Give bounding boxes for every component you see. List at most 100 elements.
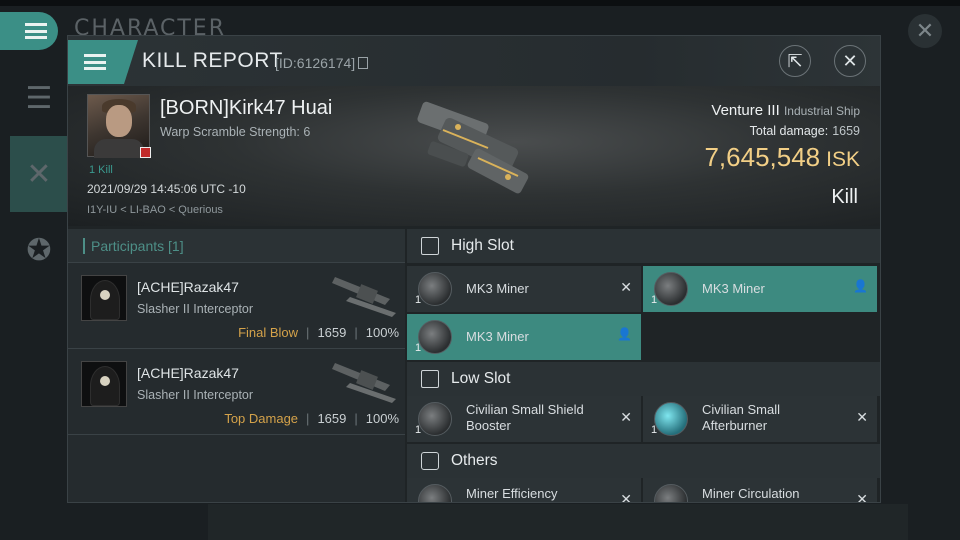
- ship-type: Venture III Industrial Ship: [711, 102, 860, 119]
- close-button[interactable]: ✕: [834, 45, 866, 77]
- participant-percent: 100%: [365, 325, 399, 340]
- fitting-slots-panel: High Slot 1 MK3 Miner ✕ 1 MK3 Miner 👤 1 …: [407, 229, 880, 503]
- ship-name: Venture III: [711, 102, 780, 119]
- miner-module-icon: [654, 272, 688, 306]
- high-slot-title: High Slot: [451, 237, 514, 254]
- miner-module-icon: [418, 272, 452, 306]
- destroyed-icon: ✕: [620, 409, 632, 425]
- destroyed-icon: ✕: [856, 409, 868, 425]
- module-name: Miner Circulation: [702, 486, 800, 501]
- isk-amount: 7,645,548: [704, 142, 821, 172]
- destroyed-icon: ✕: [856, 491, 868, 503]
- participant-row[interactable]: [ACHE]Razak47 Slasher II Interceptor Fin…: [68, 263, 405, 349]
- module-quantity: 1: [415, 294, 422, 306]
- module-item[interactable]: 1 Miner Efficiency ✕: [407, 478, 641, 503]
- kill-result-label: Kill: [831, 186, 858, 208]
- afterburner-icon: [654, 402, 688, 436]
- slasher-ship-image: [332, 363, 396, 403]
- isk-unit: ISK: [826, 148, 860, 171]
- isk-value: 7,645,548 ISK: [704, 142, 860, 173]
- kill-location: I1Y-IU < LI-BAO < Querious: [87, 204, 223, 216]
- kill-timestamp: 2021/09/29 14:45:06 UTC -10: [87, 182, 246, 196]
- module-item[interactable]: 1 Civilian Small Afterburner ✕: [643, 396, 877, 442]
- high-slot-icon: [421, 237, 439, 255]
- others-title: Others: [451, 452, 498, 469]
- participants-panel: Participants [1] [ACHE]Razak47 Slasher I…: [68, 229, 405, 502]
- low-slot-header: Low Slot: [407, 362, 880, 396]
- participant-tag: Final Blow: [238, 325, 299, 340]
- low-slot-title: Low Slot: [451, 370, 511, 387]
- slasher-ship-image: [332, 277, 396, 317]
- participant-ship: Slasher II Interceptor: [137, 388, 254, 402]
- external-link-icon: ⇱: [787, 50, 803, 71]
- module-quantity: 1: [415, 424, 422, 436]
- close-icon: ✕: [842, 50, 858, 71]
- sidebar-star-icon[interactable]: ✪: [10, 212, 68, 288]
- module-quantity: 1: [651, 294, 658, 306]
- warp-scramble-strength: Warp Scramble Strength: 6: [160, 125, 311, 139]
- module-item[interactable]: 1 Civilian Small Shield Booster ✕: [407, 396, 641, 442]
- kill-report-dialog: KILL REPORT [ID:6126174] ⇱ ✕ 1 Kill [BOR…: [67, 35, 881, 503]
- share-button[interactable]: ⇱: [779, 45, 811, 77]
- report-id-text: [ID:6126174]: [275, 55, 356, 71]
- victim-kill-count: 1 Kill: [89, 164, 113, 176]
- module-name: MK3 Miner: [702, 281, 765, 296]
- background-close-icon[interactable]: ✕: [908, 14, 942, 48]
- pilot-icon: 👤: [617, 327, 632, 341]
- corp-badge-icon: [140, 147, 151, 158]
- module-name: MK3 Miner: [466, 329, 529, 344]
- module-name: Miner Efficiency: [466, 486, 558, 501]
- total-damage: Total damage: 1659: [750, 124, 860, 138]
- participant-row[interactable]: [ACHE]Razak47 Slasher II Interceptor Top…: [68, 349, 405, 435]
- low-slot-icon: [421, 370, 439, 388]
- high-slot-header: High Slot: [407, 229, 880, 263]
- menu-icon: [84, 54, 106, 70]
- module-name: Civilian Small Afterburner: [702, 402, 781, 433]
- module-quantity: 1: [651, 424, 658, 436]
- cube-icon: [421, 452, 439, 470]
- participant-tag: Top Damage: [224, 411, 299, 426]
- miner-circulation-icon: [654, 484, 688, 502]
- participant-name: [ACHE]Razak47: [137, 279, 239, 295]
- menu-icon: [25, 23, 47, 39]
- participant-avatar[interactable]: [81, 275, 127, 321]
- victim-name[interactable]: [BORN]Kirk47 Huai: [160, 97, 332, 120]
- background-bottom-bar: [208, 504, 908, 540]
- participant-stats: Top Damage | 1659 | 100%: [224, 411, 399, 426]
- sidebar-list-icon[interactable]: ☰: [10, 60, 68, 136]
- copy-icon[interactable]: [358, 57, 369, 69]
- module-name: MK3 Miner: [466, 281, 529, 296]
- ship-class: Industrial Ship: [783, 104, 860, 118]
- victim-banner: 1 Kill [BORN]Kirk47 Huai Warp Scramble S…: [68, 86, 880, 226]
- module-item[interactable]: 1 MK3 Miner 👤: [407, 314, 641, 360]
- module-item[interactable]: 1 MK3 Miner ✕: [407, 266, 641, 312]
- background-top-bar: [0, 0, 960, 6]
- participant-avatar[interactable]: [81, 361, 127, 407]
- destroyed-icon: ✕: [620, 279, 632, 295]
- module-name: Civilian Small Shield Booster: [466, 402, 584, 433]
- report-id[interactable]: [ID:6126174]: [275, 55, 369, 71]
- sidebar-combat-icon[interactable]: ✕: [10, 136, 68, 212]
- participant-name: [ACHE]Razak47: [137, 365, 239, 381]
- module-quantity: 1: [415, 342, 422, 354]
- module-item[interactable]: 1 Miner Circulation ✕: [643, 478, 877, 503]
- others-header: Others: [407, 444, 880, 478]
- participants-header: Participants [1]: [68, 229, 405, 263]
- module-item[interactable]: 1 MK3 Miner 👤: [643, 266, 877, 312]
- background-sidebar: ☰ ✕ ✪: [10, 60, 68, 290]
- background-menu-button[interactable]: [0, 12, 58, 50]
- participant-percent: 100%: [365, 411, 399, 426]
- participant-stats: Final Blow | 1659 | 100%: [238, 325, 399, 340]
- total-damage-label: Total damage:: [749, 124, 829, 138]
- dialog-title: KILL REPORT: [142, 49, 283, 72]
- participants-title: Participants [1]: [91, 237, 184, 254]
- participant-damage: 1659: [317, 411, 347, 426]
- dialog-menu-button[interactable]: [68, 40, 138, 84]
- participant-damage: 1659: [317, 325, 347, 340]
- miner-efficiency-icon: [418, 484, 452, 502]
- shield-booster-icon: [418, 402, 452, 436]
- miner-module-icon: [418, 320, 452, 354]
- total-damage-value: 1659: [832, 124, 860, 138]
- venture-ship-image: [417, 101, 529, 194]
- destroyed-icon: ✕: [620, 491, 632, 503]
